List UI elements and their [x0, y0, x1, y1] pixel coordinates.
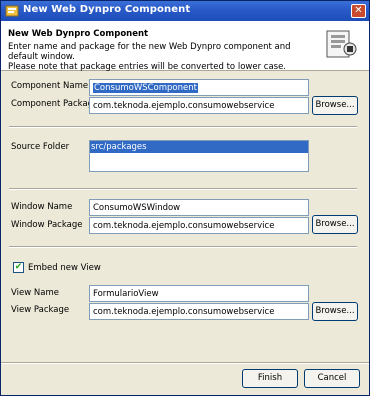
- close-icon[interactable]: ✕: [351, 4, 366, 18]
- source-folder-label: Source Folder: [11, 142, 70, 152]
- finish-button[interactable]: Finish: [242, 369, 298, 388]
- separator: [1, 362, 369, 364]
- window-package-field[interactable]: com.teknoda.ejemplo.consumowebservice: [89, 217, 309, 234]
- view-package-field[interactable]: com.teknoda.ejemplo.consumowebservice: [89, 303, 309, 320]
- banner-title: New Web Dynpro Component: [8, 29, 149, 39]
- window-title: New Web Dynpro Component: [23, 4, 191, 15]
- cancel-button[interactable]: Cancel: [304, 369, 360, 388]
- window-browse-button[interactable]: Browse...: [312, 215, 358, 234]
- title-bar[interactable]: New Web Dynpro Component ✕: [1, 1, 369, 21]
- window-name-label: Window Name: [11, 202, 73, 212]
- embed-view-checkbox[interactable]: ✔: [13, 262, 24, 273]
- dialog-window: New Web Dynpro Component ✕ New Web Dynpr…: [0, 0, 370, 396]
- banner-description: Enter name and package for the new Web D…: [8, 42, 313, 72]
- window-name-field[interactable]: ConsumoWSWindow: [89, 199, 309, 216]
- component-name-value: ConsumoWSComponent: [93, 83, 198, 93]
- source-folder-item[interactable]: src/packages: [90, 141, 308, 153]
- view-package-label: View Package: [11, 305, 70, 315]
- separator: [9, 188, 357, 190]
- view-name-field[interactable]: FormularioView: [89, 285, 309, 302]
- component-name-field[interactable]: ConsumoWSComponent: [89, 79, 309, 96]
- web-dynpro-icon: [5, 5, 19, 17]
- component-name-label: Component Name: [11, 81, 89, 91]
- header-banner: New Web Dynpro Component Enter name and …: [1, 21, 369, 72]
- separator: [9, 246, 357, 248]
- component-browse-button[interactable]: Browse...: [312, 96, 358, 115]
- source-folder-list[interactable]: src/packages: [89, 140, 309, 172]
- banner-description-line: Please note that package entries will be…: [8, 62, 287, 72]
- banner-description-line: Enter name and package for the new Web D…: [8, 42, 291, 62]
- form-area: Component Name ConsumoWSComponent Compon…: [1, 72, 369, 362]
- component-wizard-icon: [326, 30, 357, 58]
- view-name-label: View Name: [11, 288, 59, 298]
- component-package-field[interactable]: com.teknoda.ejemplo.consumowebservice: [89, 97, 309, 114]
- embed-view-label: Embed new View: [28, 263, 101, 273]
- component-package-label: Component Package: [11, 99, 99, 109]
- view-browse-button[interactable]: Browse...: [312, 302, 358, 321]
- window-package-label: Window Package: [11, 220, 83, 230]
- footer: Finish Cancel: [1, 362, 369, 395]
- separator: [9, 126, 357, 128]
